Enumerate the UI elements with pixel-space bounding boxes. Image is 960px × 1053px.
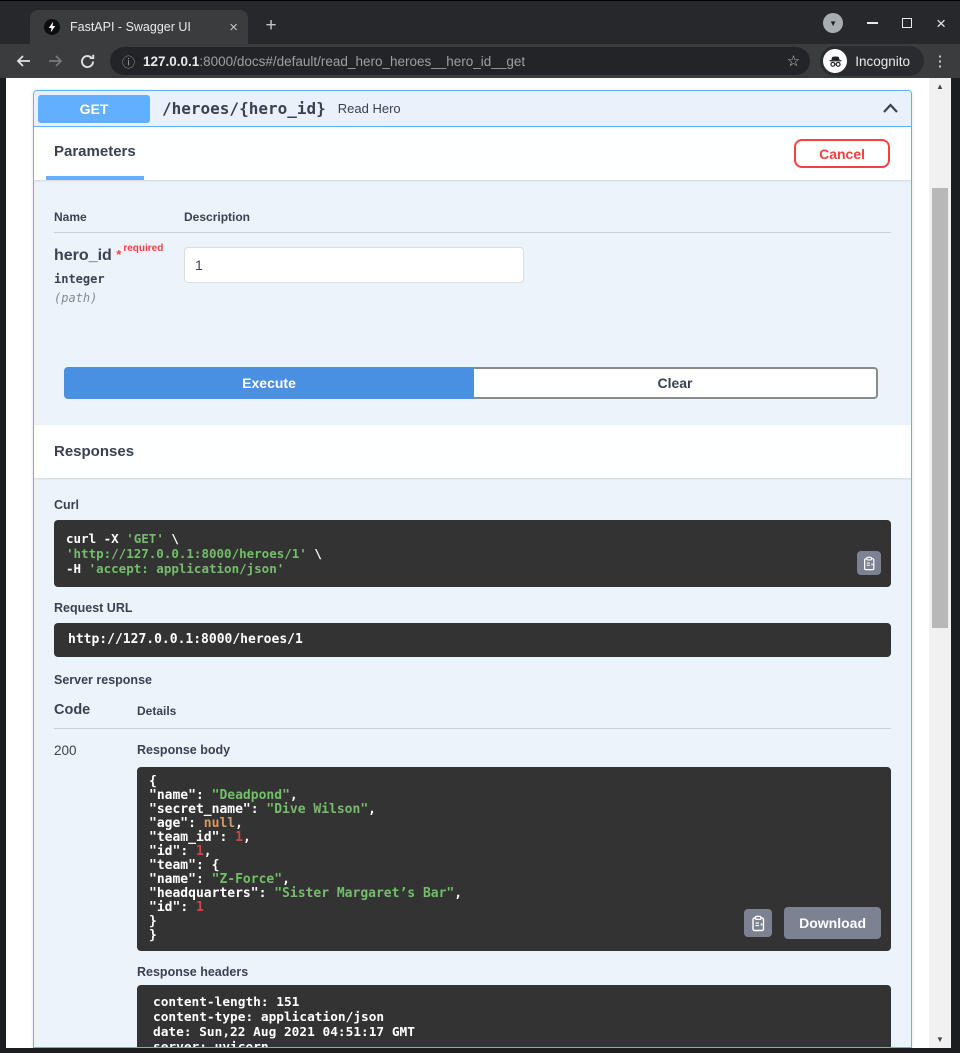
url-text[interactable]: 127.0.0.1:8000/docs#/default/read_hero_h… <box>143 54 779 69</box>
required-label: required <box>123 243 163 254</box>
browser-menu-icon[interactable]: ⋮ <box>930 52 950 70</box>
param-name-cell: hero_id *required integer (path) <box>54 247 184 305</box>
endpoint-summary: Read Hero <box>338 101 401 116</box>
back-icon[interactable] <box>10 48 36 74</box>
forward-icon[interactable] <box>42 48 68 74</box>
column-code: Code <box>54 702 137 718</box>
method-badge: GET <box>38 95 150 123</box>
incognito-badge: Incognito <box>820 46 924 76</box>
swagger-page: GET /heroes/{hero_id} Read Hero Paramete… <box>6 78 929 1048</box>
hero-id-input[interactable] <box>184 247 524 283</box>
execute-button[interactable]: Execute <box>64 367 474 399</box>
close-button[interactable]: × <box>936 15 946 32</box>
opblock-header[interactable]: GET /heroes/{hero_id} Read Hero <box>34 91 911 127</box>
param-value-cell <box>184 247 891 305</box>
copy-response-button[interactable] <box>744 909 772 937</box>
column-name: Name <box>54 210 184 224</box>
url-path: :8000/docs#/default/read_hero_heroes__he… <box>199 54 525 69</box>
curl-command-block: curl -X 'GET' \ 'http://127.0.0.1:8000/h… <box>54 520 891 587</box>
status-code: 200 <box>54 743 137 1048</box>
fastapi-favicon-icon <box>44 19 60 35</box>
endpoint-path: /heroes/{hero_id} <box>162 99 326 118</box>
response-body-block: Download { "name": "Deadpond", "secret_n… <box>137 767 891 951</box>
column-details: Details <box>137 704 891 718</box>
window-border-bottom <box>0 1048 960 1053</box>
parameters-table-head: Name Description <box>54 210 891 233</box>
responses-inner: Curl curl -X 'GET' \ 'http://127.0.0.1:8… <box>34 478 911 1048</box>
new-tab-button[interactable]: + <box>260 15 282 37</box>
incognito-label: Incognito <box>855 54 910 69</box>
cancel-button[interactable]: Cancel <box>794 139 890 168</box>
request-url-block: http://127.0.0.1:8000/heroes/1 <box>54 623 891 657</box>
browser-updates-icon[interactable]: ▼ <box>823 13 843 33</box>
page-scrollbar[interactable]: ▲ ▼ <box>929 78 951 1048</box>
address-bar[interactable]: ⓘ 127.0.0.1:8000/docs#/default/read_hero… <box>110 47 810 75</box>
response-headers-block: content-length: 151content-type: applica… <box>137 985 891 1048</box>
required-asterisk: * <box>116 247 121 262</box>
opblock-get-heroes: GET /heroes/{hero_id} Read Hero Paramete… <box>33 90 912 1048</box>
column-description: Description <box>184 210 891 224</box>
window-border-right <box>951 78 960 1048</box>
minimize-button[interactable] <box>867 22 878 24</box>
copy-curl-button[interactable] <box>857 551 881 575</box>
content-area: GET /heroes/{hero_id} Read Hero Paramete… <box>0 78 960 1048</box>
clear-button[interactable]: Clear <box>474 367 878 399</box>
tab-title: FastAPI - Swagger UI <box>70 20 219 34</box>
server-response-table-head: Code Details <box>54 702 891 729</box>
param-location: (path) <box>54 291 184 305</box>
download-button[interactable]: Download <box>784 907 881 939</box>
parameters-header: Parameters Cancel <box>34 127 911 180</box>
window-controls: ▼ × <box>823 12 946 34</box>
bookmark-star-icon[interactable]: ☆ <box>787 52 800 70</box>
request-url-label: Request URL <box>54 601 891 615</box>
curl-label: Curl <box>54 498 891 512</box>
browser-window: FastAPI - Swagger UI × + ▼ × ⓘ 127.0.0.1… <box>0 0 960 1053</box>
incognito-icon <box>823 49 847 73</box>
server-response-row: 200 Response body Download { "na <box>54 729 891 1048</box>
tab-close-icon[interactable]: × <box>229 20 238 35</box>
responses-title: Responses <box>46 443 134 460</box>
param-name: hero_id *required <box>54 247 184 265</box>
execute-row: Execute Clear <box>64 367 878 399</box>
maximize-button[interactable] <box>902 18 912 28</box>
tab-parameters[interactable]: Parameters <box>46 127 144 180</box>
reload-icon[interactable] <box>74 48 100 74</box>
responses-header: Responses <box>34 425 911 478</box>
response-body-label: Response body <box>137 743 891 757</box>
browser-titlebar: FastAPI - Swagger UI × + ▼ × <box>0 0 960 44</box>
response-body-buttons: Download <box>744 907 881 939</box>
response-details-cell: Response body Download { "name": "Deadpo… <box>137 743 891 1048</box>
site-info-icon[interactable]: ⓘ <box>122 52 135 71</box>
url-host: 127.0.0.1 <box>143 54 199 69</box>
scrollbar-thumb[interactable] <box>932 188 948 628</box>
browser-toolbar: ⓘ 127.0.0.1:8000/docs#/default/read_hero… <box>0 44 960 78</box>
scroll-up-icon[interactable]: ▲ <box>929 82 951 91</box>
param-row-hero-id: hero_id *required integer (path) <box>54 233 891 305</box>
param-type: integer <box>54 272 184 286</box>
parameters-table: Name Description hero_id *required integ… <box>34 180 911 425</box>
browser-tab[interactable]: FastAPI - Swagger UI × <box>30 10 248 44</box>
scroll-down-icon[interactable]: ▼ <box>929 1035 951 1044</box>
collapse-chevron-icon[interactable] <box>882 103 899 114</box>
response-headers-label: Response headers <box>137 965 891 979</box>
server-response-label: Server response <box>54 673 891 687</box>
